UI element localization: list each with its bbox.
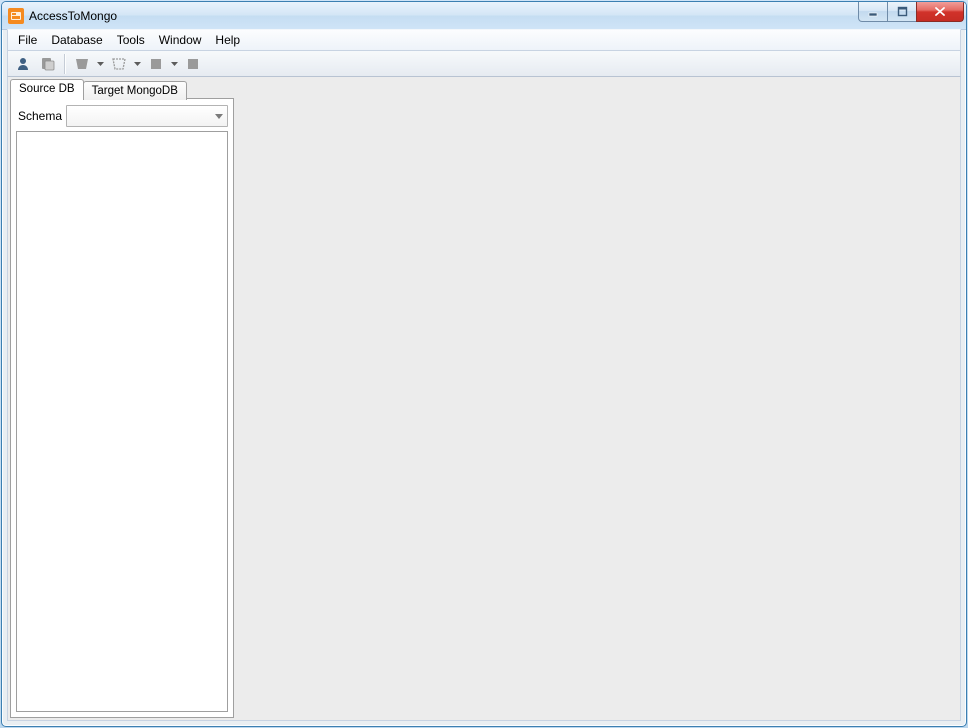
menu-window[interactable]: Window [152, 30, 209, 50]
tab-target-mongodb[interactable]: Target MongoDB [83, 81, 187, 100]
sessions-icon [40, 56, 56, 72]
main-content-area [240, 77, 960, 720]
toolbar-stop-button[interactable] [181, 52, 205, 76]
schema-combobox[interactable] [66, 105, 228, 127]
minimize-button[interactable] [858, 1, 888, 22]
schema-value [67, 108, 71, 122]
chevron-down-icon [210, 106, 227, 126]
menu-database[interactable]: Database [44, 30, 109, 50]
import-icon [74, 56, 90, 72]
title-bar[interactable]: AccessToMongo [2, 2, 966, 30]
task-icon [148, 56, 164, 72]
schema-label: Schema [16, 109, 62, 123]
toolbar-export-dropdown[interactable] [132, 53, 143, 75]
table-list[interactable] [16, 131, 228, 712]
window-title: AccessToMongo [29, 9, 117, 23]
client-area: Source DB Target MongoDB Schema [7, 76, 961, 721]
close-button[interactable] [916, 1, 964, 22]
toolbar-import-button[interactable] [70, 52, 94, 76]
toolbar-sessions-button[interactable] [36, 52, 60, 76]
toolbar-import-dropdown[interactable] [95, 53, 106, 75]
menu-tools[interactable]: Tools [110, 30, 152, 50]
toolbar [7, 51, 961, 77]
sidebar-tabs: Source DB Target MongoDB [10, 79, 234, 99]
toolbar-export-button[interactable] [107, 52, 131, 76]
left-panel: Source DB Target MongoDB Schema [8, 77, 236, 720]
toolbar-task-dropdown[interactable] [169, 53, 180, 75]
toolbar-separator [64, 54, 66, 74]
user-icon [15, 56, 31, 72]
menu-bar: File Database Tools Window Help [7, 29, 961, 51]
maximize-button[interactable] [887, 1, 917, 22]
main-window: AccessToMongo File Database Tools Window [1, 1, 967, 727]
stop-icon [185, 56, 201, 72]
toolbar-logon-button[interactable] [11, 52, 35, 76]
sidebar-tab-page: Schema [10, 98, 234, 718]
app-icon [8, 8, 24, 24]
tab-source-db[interactable]: Source DB [10, 79, 84, 100]
export-icon [111, 56, 127, 72]
toolbar-task-button[interactable] [144, 52, 168, 76]
menu-file[interactable]: File [11, 30, 44, 50]
menu-help[interactable]: Help [208, 30, 247, 50]
